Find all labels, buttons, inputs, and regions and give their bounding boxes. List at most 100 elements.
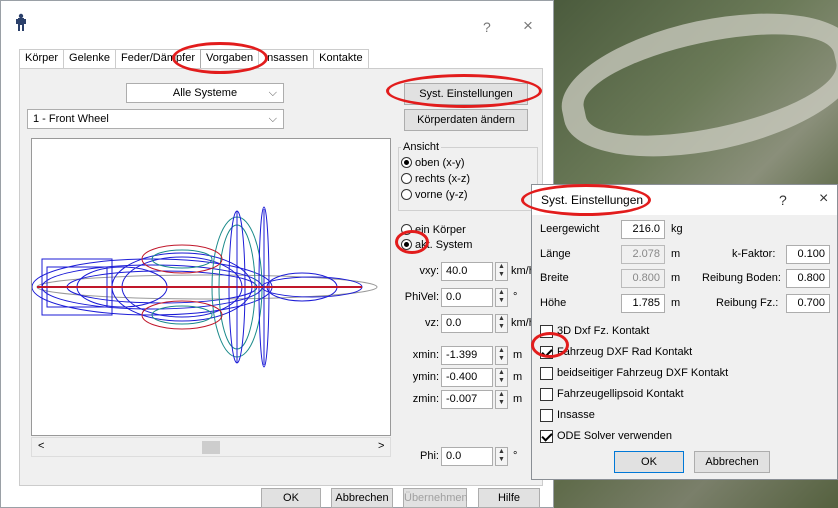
phivel-unit: ° xyxy=(513,291,518,303)
vz-spinner[interactable]: ▲ ▼ xyxy=(495,314,508,333)
leergewicht-label: Leergewicht xyxy=(540,223,600,235)
ymin-input[interactable]: -0.400 xyxy=(441,368,493,387)
apply-button[interactable]: Übernehmen xyxy=(403,488,468,508)
checkbox-label: beidseitiger Fahrzeug DXF Kontakt xyxy=(557,367,729,379)
ymin-spinner[interactable]: ▲ ▼ xyxy=(495,368,508,387)
radio-circle xyxy=(401,173,412,184)
ok-button[interactable]: OK xyxy=(261,488,321,508)
checkbox-ellipsoid[interactable]: Fahrzeugellipsoid Kontakt xyxy=(540,385,684,403)
phi-label: Phi: xyxy=(420,450,439,462)
zmin-unit: m xyxy=(513,393,523,405)
annotation-ellipse-akt-system xyxy=(395,230,429,254)
help-button[interactable]: ? xyxy=(483,19,491,35)
body-data-button[interactable]: Körperdaten ändern xyxy=(404,109,528,131)
breite-input: 0.800 xyxy=(621,269,665,288)
scrollbar-thumb[interactable] xyxy=(202,441,220,454)
xmin-unit: m xyxy=(513,349,523,361)
radio-view-right[interactable]: rechts (x-z) xyxy=(401,171,470,186)
zmin-input[interactable]: -0.007 xyxy=(441,390,493,409)
xmin-input[interactable]: -1.399 xyxy=(441,346,493,365)
leergewicht-unit: kg xyxy=(671,223,683,235)
phi-spinner[interactable]: ▲ ▼ xyxy=(495,447,508,466)
help-footer-button[interactable]: Hilfe xyxy=(478,488,540,508)
dialog-help-button[interactable]: ? xyxy=(779,192,787,208)
radio-view-top[interactable]: oben (x-y) xyxy=(401,155,465,170)
checkbox-label: Insasse xyxy=(557,409,595,421)
dialog-ok-button[interactable]: OK xyxy=(614,451,684,473)
reibung-fz-label: Reibung Fz.: xyxy=(716,297,779,309)
checkbox-label: Fahrzeug DXF Rad Kontakt xyxy=(557,346,693,358)
xmin-label: xmin: xyxy=(412,349,439,361)
system-select[interactable]: Alle Systeme ⌵ xyxy=(126,83,284,103)
syst-settings-dialog: Syst. Einstellungen ? × Leergewicht 216.… xyxy=(531,184,838,480)
ymin-unit: m xyxy=(513,371,523,383)
leergewicht-input[interactable]: 216.0 xyxy=(621,220,665,239)
vz-input[interactable]: 0.0 xyxy=(441,314,493,333)
ymin-label: ymin: xyxy=(412,371,439,383)
radio-circle xyxy=(401,157,412,168)
dialog-close-button[interactable]: × xyxy=(819,190,828,208)
laenge-unit: m xyxy=(671,248,681,260)
tab-gelenke[interactable]: Gelenke xyxy=(63,49,117,69)
tab-kontakte[interactable]: Kontakte xyxy=(313,49,369,69)
phivel-spinner[interactable]: ▲ ▼ xyxy=(495,288,508,307)
annotation-ellipse-vorgaben xyxy=(172,42,268,74)
close-button[interactable]: × xyxy=(523,16,533,36)
phivel-input[interactable]: 0.0 xyxy=(441,288,493,307)
horizontal-scrollbar[interactable]: < > xyxy=(31,437,391,457)
checkbox-box xyxy=(540,408,553,422)
zmin-label: zmin: xyxy=(412,393,439,405)
xmin-spinner[interactable]: ▲ ▼ xyxy=(495,346,508,365)
radio-view-front[interactable]: vorne (y-z) xyxy=(401,187,468,202)
app-icon xyxy=(15,13,27,31)
laenge-label: Länge xyxy=(540,248,571,260)
tab-koerper[interactable]: Körper xyxy=(19,49,65,69)
reibung-fz-input[interactable]: 0.700 xyxy=(786,294,830,313)
reibung-boden-input[interactable]: 0.800 xyxy=(786,269,830,288)
dialog-cancel-button[interactable]: Abbrechen xyxy=(694,451,770,473)
hoehe-input[interactable]: 1.785 xyxy=(621,294,665,313)
scroll-left-icon[interactable]: < xyxy=(38,440,44,452)
laenge-input: 2.078 xyxy=(621,245,665,264)
system-select-value: Alle Systeme xyxy=(172,87,238,99)
checkbox-label: 3D Dxf Fz. Kontakt xyxy=(557,325,650,337)
checkbox-label: Fahrzeugellipsoid Kontakt xyxy=(557,388,684,400)
checkbox-box xyxy=(540,387,553,401)
vxy-spinner[interactable]: ▲ ▼ xyxy=(495,262,508,281)
annotation-ellipse-syst-button xyxy=(386,74,542,108)
zmin-spinner[interactable]: ▲ ▼ xyxy=(495,390,508,409)
radio-label: oben (x-y) xyxy=(415,156,465,169)
reibung-boden-label: Reibung Boden: xyxy=(702,272,781,284)
checkbox-label: ODE Solver verwenden xyxy=(557,430,672,442)
cancel-button[interactable]: Abbrechen xyxy=(331,488,393,508)
vxy-input[interactable]: 40.0 xyxy=(441,262,493,281)
checkbox-box xyxy=(540,366,553,380)
checkbox-beidseitig[interactable]: beidseitiger Fahrzeug DXF Kontakt xyxy=(540,364,728,382)
hoehe-label: Höhe xyxy=(540,297,567,309)
phi-unit: ° xyxy=(513,450,518,462)
checkbox-insasse[interactable]: Insasse xyxy=(540,406,595,424)
k-faktor-input[interactable]: 0.100 xyxy=(786,245,830,264)
k-faktor-label: k-Faktor: xyxy=(732,248,776,260)
breite-label: Breite xyxy=(540,272,569,284)
3d-view-canvas[interactable] xyxy=(31,138,391,436)
checkbox-box xyxy=(540,429,553,443)
annotation-ellipse-dxf-rad xyxy=(531,332,569,358)
body-select[interactable]: 1 - Front Wheel ⌵ xyxy=(27,109,284,129)
breite-unit: m xyxy=(671,272,681,284)
vxy-label: vxy: xyxy=(419,265,439,277)
scroll-right-icon[interactable]: > xyxy=(378,440,384,452)
hoehe-unit: m xyxy=(671,297,681,309)
checkbox-ode-solver[interactable]: ODE Solver verwenden xyxy=(540,427,672,445)
annotation-ellipse-dialog-title xyxy=(521,184,651,216)
view-group-title: Ansicht xyxy=(401,141,442,153)
vz-label: vz: xyxy=(424,317,439,329)
chevron-down-icon: ⌵ xyxy=(268,113,277,125)
phivel-label: PhiVel: xyxy=(404,291,439,303)
vehicle-wireframe xyxy=(31,206,378,368)
body-select-value: 1 - Front Wheel xyxy=(33,113,109,125)
phi-input[interactable]: 0.0 xyxy=(441,447,493,466)
radio-label: vorne (y-z) xyxy=(415,188,468,201)
chevron-down-icon: ⌵ xyxy=(268,87,277,99)
radio-label: rechts (x-z) xyxy=(415,172,470,185)
